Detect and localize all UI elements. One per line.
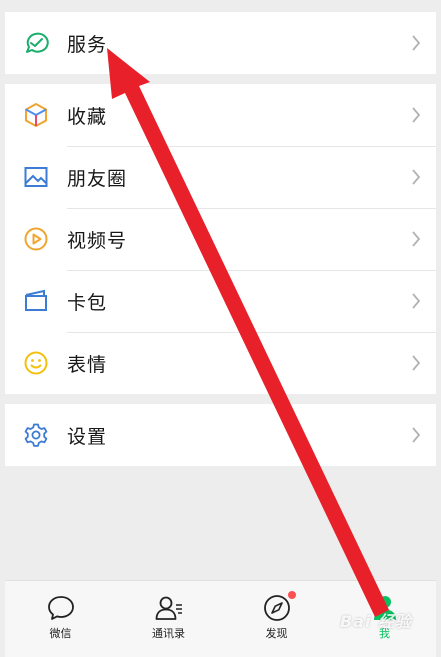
chevron-right-icon <box>410 230 422 248</box>
me-page: 服务 收藏 朋友圈 视频号 卡包 表情 设置 微信 通讯录 发现 我 Bai 经… <box>5 0 436 657</box>
favorites-row[interactable]: 收藏 <box>5 84 436 146</box>
watermark-text: Bai 经验 <box>340 612 413 631</box>
cards-label: 卡包 <box>67 291 108 314</box>
chevron-right-icon <box>410 34 422 52</box>
channels-row[interactable]: 视频号 <box>5 208 436 270</box>
chevron-right-icon <box>410 292 422 310</box>
image-icon <box>23 164 49 190</box>
service-check-icon <box>23 30 49 56</box>
service-label: 服务 <box>67 33 108 56</box>
tab-contacts[interactable]: 通讯录 <box>115 581 222 657</box>
settings-row[interactable]: 设置 <box>5 404 436 466</box>
chat-bubble-icon <box>46 593 76 623</box>
features-group: 收藏 朋友圈 视频号 卡包 表情 <box>5 84 436 394</box>
contacts-icon <box>154 593 184 623</box>
moments-row[interactable]: 朋友圈 <box>5 146 436 208</box>
settings-group: 设置 <box>5 404 436 466</box>
gear-icon <box>23 422 49 448</box>
card-wallet-icon <box>23 288 49 314</box>
chevron-right-icon <box>410 106 422 124</box>
play-circle-icon <box>23 226 49 252</box>
tab-label: 通讯录 <box>152 627 185 640</box>
chevron-right-icon <box>410 426 422 444</box>
cube-icon <box>23 102 49 128</box>
service-row[interactable]: 服务 <box>5 12 436 74</box>
stickers-label: 表情 <box>67 353 108 376</box>
smiley-icon <box>23 350 49 376</box>
moments-label: 朋友圈 <box>67 167 128 190</box>
cards-row[interactable]: 卡包 <box>5 270 436 332</box>
tab-chats[interactable]: 微信 <box>7 581 114 657</box>
favorites-label: 收藏 <box>67 105 108 128</box>
settings-label: 设置 <box>67 425 108 448</box>
service-group: 服务 <box>5 12 436 74</box>
compass-icon <box>262 593 292 623</box>
notification-dot <box>288 591 296 599</box>
chevron-right-icon <box>410 354 422 372</box>
tab-label: 发现 <box>265 627 288 640</box>
tab-discover[interactable]: 发现 <box>223 581 330 657</box>
stickers-row[interactable]: 表情 <box>5 332 436 394</box>
tab-label: 微信 <box>49 627 72 640</box>
chevron-right-icon <box>410 168 422 186</box>
channels-label: 视频号 <box>67 229 128 252</box>
